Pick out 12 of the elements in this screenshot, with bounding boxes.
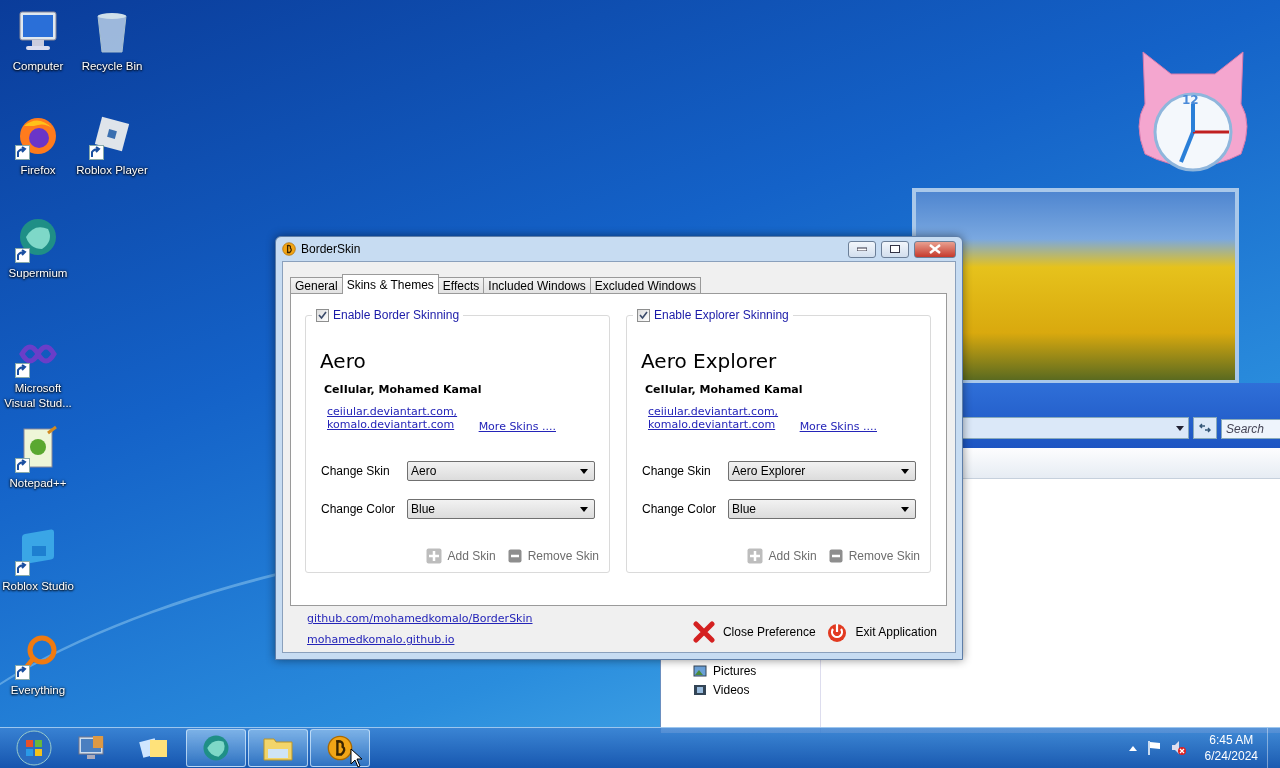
skin-author: CeIIular, Mohamed Kamal [324,383,483,396]
skin-name: Aero Explorer [641,349,778,373]
clock-numeral: 12 [1182,93,1199,107]
field-label: Change Color [321,502,397,516]
nav-item-label: Pictures [713,664,757,678]
nav-item-label: Videos [713,683,750,697]
skin-author: CeIIular, Mohamed Kamal [645,383,804,396]
window-title: BorderSkin [301,242,362,256]
skin-name: Aero [320,349,367,373]
field-label: Change Color [642,502,718,516]
field-label: Change Skin [642,464,712,478]
field-label: Change Skin [321,464,391,478]
